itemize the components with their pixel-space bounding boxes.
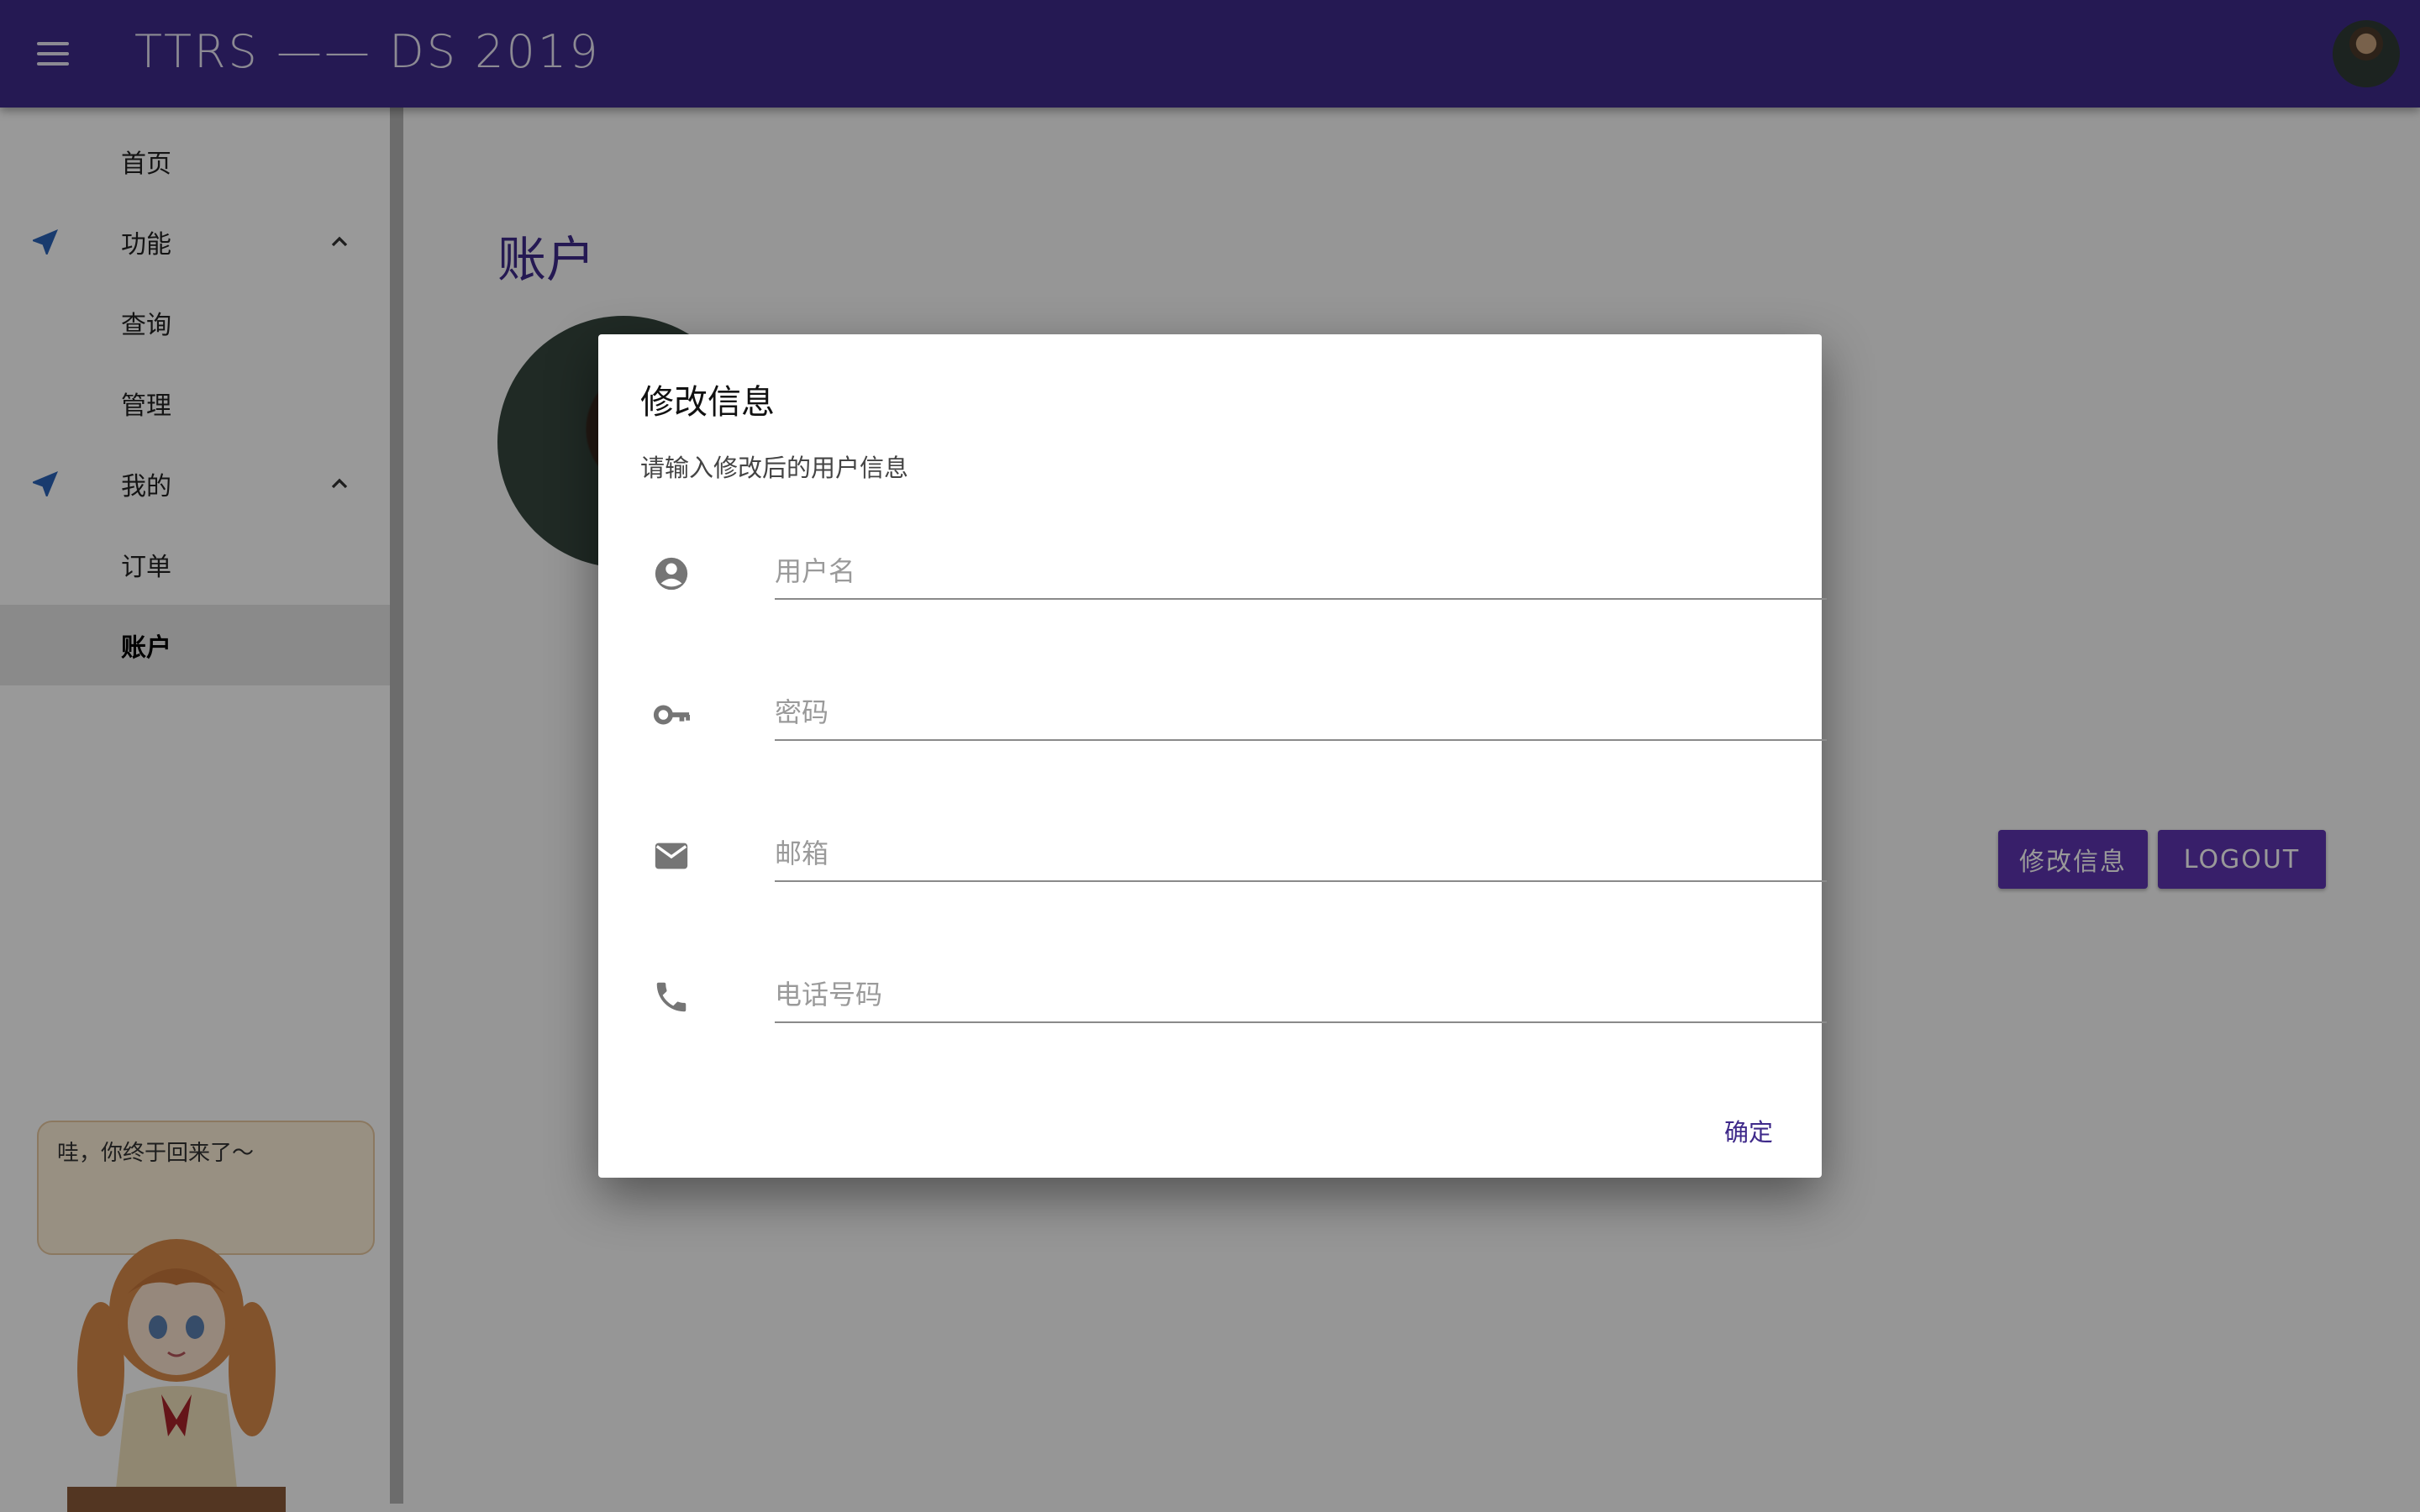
phone-field[interactable]: [775, 968, 1827, 1023]
edit-info-dialog: 修改信息 请输入修改后的用户信息 确定: [598, 334, 1827, 1178]
account-circle-icon: [655, 557, 688, 591]
username-field[interactable]: [775, 544, 1827, 600]
email-icon: [655, 843, 688, 869]
confirm-button[interactable]: 确定: [1719, 1112, 1778, 1149]
password-field-row: [640, 665, 1827, 758]
email-field[interactable]: [775, 827, 1827, 882]
dialog-subtitle: 请输入修改后的用户信息: [640, 454, 909, 482]
email-field-row: [640, 806, 1827, 899]
username-field-row: [640, 524, 1827, 617]
phone-icon: [656, 982, 687, 1012]
password-field[interactable]: [775, 685, 1827, 741]
key-icon: [653, 705, 691, 725]
phone-field-row: [640, 948, 1827, 1040]
dialog-title: 修改信息: [640, 383, 775, 422]
